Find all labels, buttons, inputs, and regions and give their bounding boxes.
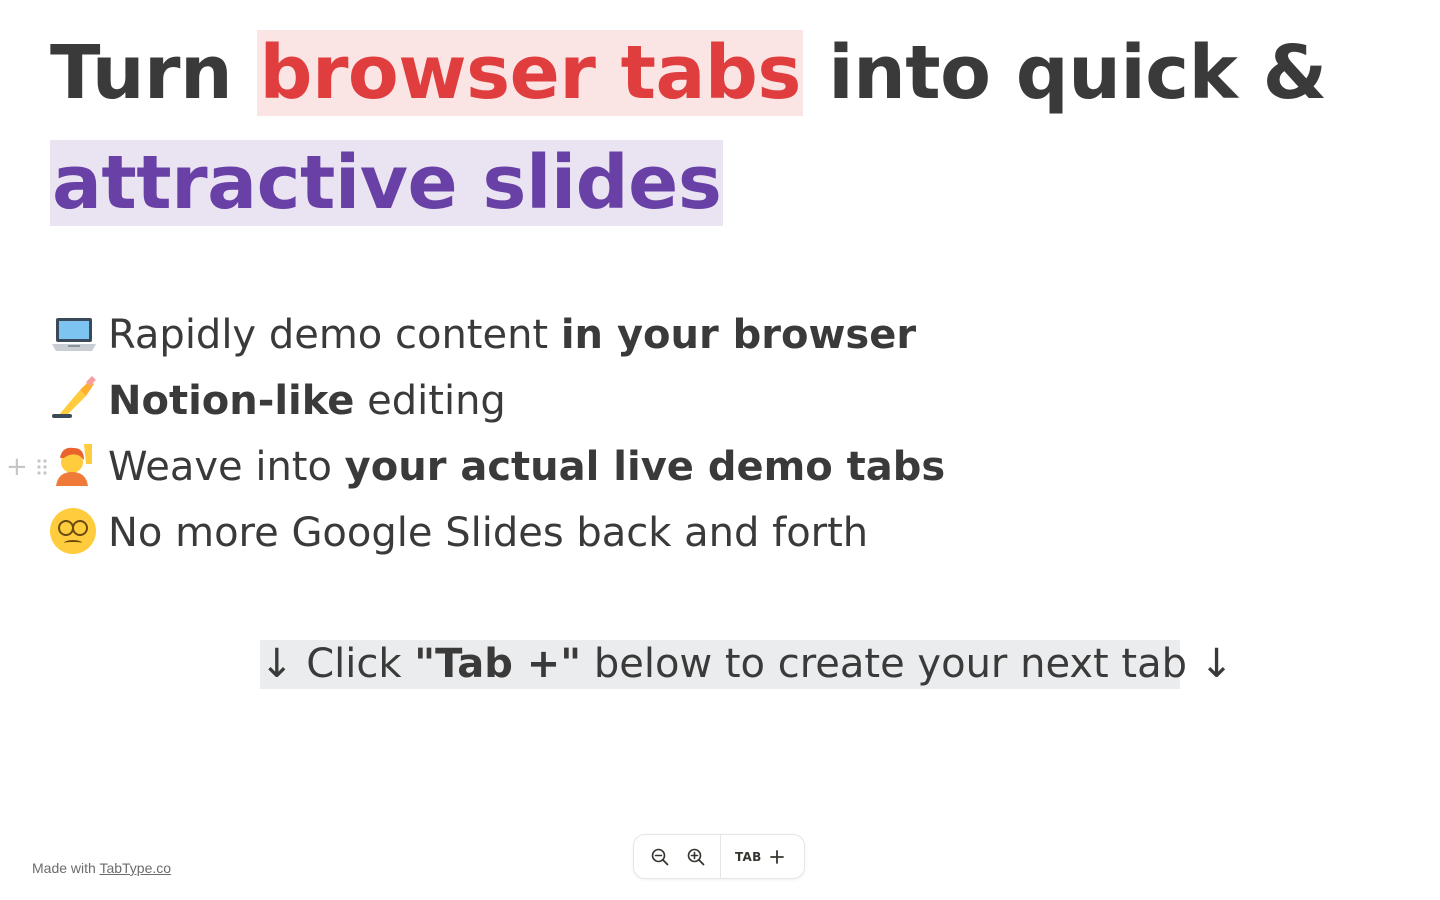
cta-callout[interactable]: ↓ Click "Tab +" below to create your nex…: [260, 640, 1233, 689]
footer-credit: Made with TabType.co: [32, 860, 171, 876]
dizzy-face-icon: [50, 508, 96, 554]
raising-hand-icon: [56, 444, 92, 486]
footer-prefix: Made with: [32, 860, 100, 876]
bullet-text: editing: [354, 378, 506, 424]
title-highlight-red: browser tabs: [257, 30, 803, 116]
tabtype-link[interactable]: TabType.co: [99, 860, 171, 876]
bullet-bold-text: Notion-like: [108, 378, 355, 424]
cta-bold-text: "Tab +": [414, 641, 582, 687]
laptop-icon: [52, 318, 96, 351]
bullet-text: Rapidly demo content: [108, 312, 561, 358]
arrow-down-icon: ↓: [1199, 641, 1234, 687]
zoom-out-button[interactable]: [642, 839, 678, 875]
slide-canvas: Turn browser tabs into quick & attractiv…: [0, 0, 1440, 900]
cta-text: Click: [293, 641, 415, 687]
bullet-item[interactable]: + Weave into your actual live demo tabs: [6, 434, 1150, 500]
arrow-down-icon: ↓: [260, 641, 294, 687]
drag-handle-icon[interactable]: [36, 458, 48, 476]
bottom-toolbar: TAB: [633, 834, 805, 879]
plus-icon: [769, 849, 784, 864]
bullet-bold-text: your actual live demo tabs: [344, 444, 946, 490]
title-text-1: Turn: [50, 30, 258, 116]
block-handles: +: [6, 434, 48, 500]
zoom-in-button[interactable]: [678, 839, 714, 875]
bullet-item[interactable]: Notion-like editing: [50, 368, 1150, 434]
tab-label: TAB: [735, 849, 762, 864]
title-text-2: into quick &: [802, 30, 1327, 116]
bullet-list: Rapidly demo content in your browser Not…: [6, 302, 1150, 566]
bullet-item[interactable]: No more Google Slides back and forth: [50, 500, 1150, 566]
bullet-bold-text: in your browser: [560, 312, 917, 358]
add-tab-button[interactable]: TAB: [729, 850, 790, 864]
title-highlight-purple: attractive slides: [50, 140, 724, 226]
zoom-in-icon: [687, 848, 705, 865]
bullet-item[interactable]: Rapidly demo content in your browser: [50, 302, 1150, 368]
zoom-out-icon: [651, 848, 669, 865]
cta-text: below to create your next tab: [581, 641, 1200, 687]
slide-title[interactable]: Turn browser tabs into quick & attractiv…: [50, 18, 1410, 238]
toolbar-divider: [720, 834, 721, 879]
bullet-text: No more Google Slides back and forth: [108, 510, 869, 556]
add-block-icon[interactable]: +: [6, 454, 28, 480]
bullet-text: Weave into: [108, 444, 345, 490]
writing-hand-icon: [52, 376, 96, 418]
